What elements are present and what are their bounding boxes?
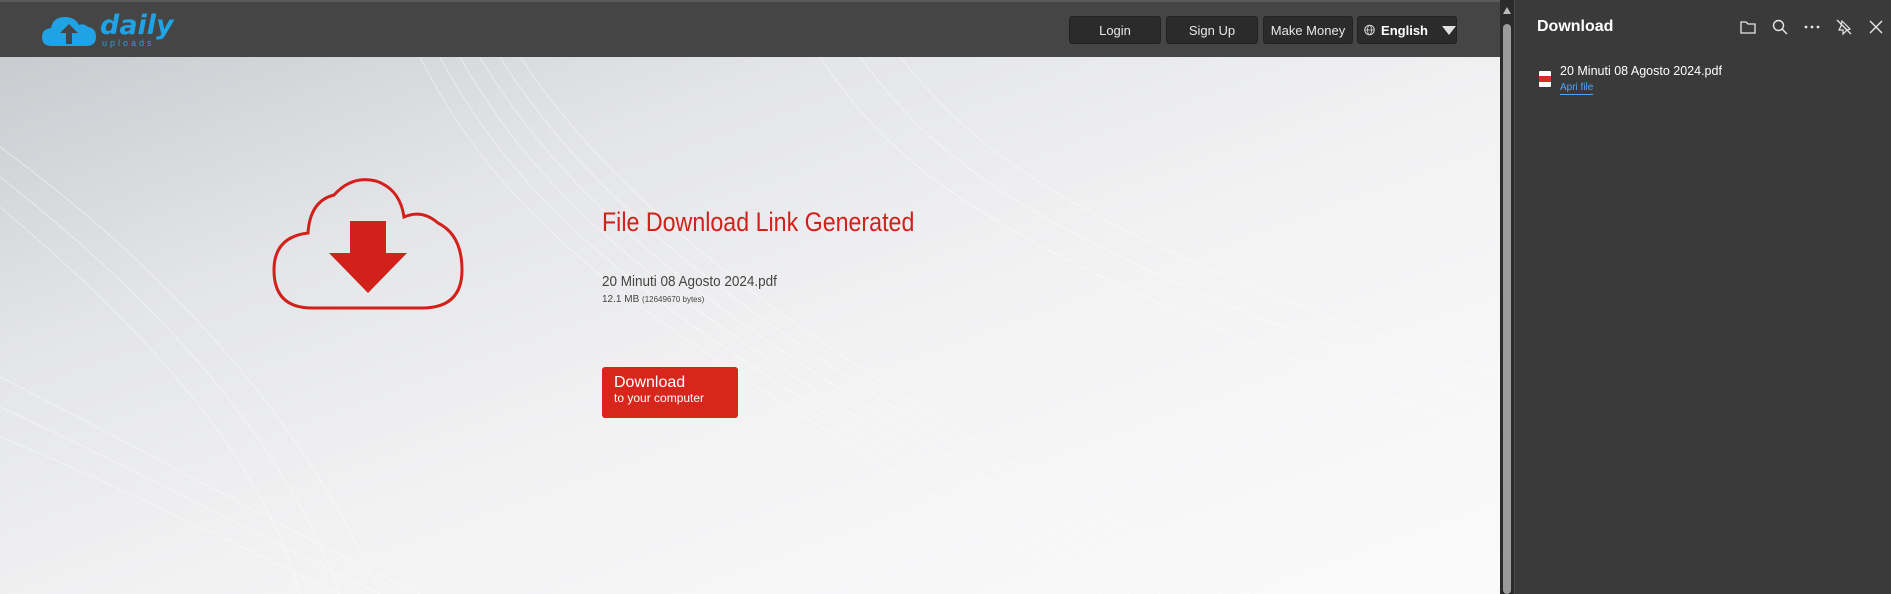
download-hero: File Download Link Generated 20 Minuti 0…	[0, 57, 1500, 594]
downloads-panel: Download 20 Minuti 08 Agosto 2024.pdf Ap…	[1514, 0, 1891, 594]
globe-icon	[1364, 24, 1375, 36]
scroll-up-arrow-icon[interactable]	[1503, 7, 1511, 14]
search-icon[interactable]	[1771, 18, 1789, 36]
cloud-upload-logo-icon	[42, 17, 96, 46]
file-size-bytes: (12649670 bytes)	[642, 295, 705, 304]
website-area: daily uploads Login Sign Up Make Money E…	[0, 0, 1500, 594]
pdf-file-icon	[1539, 71, 1551, 87]
downloads-panel-title: Download	[1537, 18, 1614, 35]
unpin-icon[interactable]	[1835, 18, 1853, 36]
file-name: 20 Minuti 08 Agosto 2024.pdf	[602, 273, 777, 290]
scrollbar-thumb[interactable]	[1503, 24, 1511, 594]
file-size: 12.1 MB (12649670 bytes)	[602, 294, 704, 305]
file-size-mb: 12.1 MB	[602, 294, 640, 305]
make-money-button[interactable]: Make Money	[1263, 16, 1353, 44]
chevron-down-icon	[1442, 25, 1456, 35]
download-button[interactable]: Download to your computer	[602, 367, 738, 418]
language-selector[interactable]: English	[1357, 16, 1457, 44]
logo-subtext: uploads	[102, 38, 155, 48]
site-header: daily uploads Login Sign Up Make Money E…	[0, 0, 1500, 57]
page-scrollbar[interactable]	[1500, 0, 1514, 594]
download-item-name[interactable]: 20 Minuti 08 Agosto 2024.pdf	[1560, 64, 1722, 78]
language-label: English	[1381, 22, 1428, 38]
folder-icon[interactable]	[1739, 18, 1757, 36]
logo-text: daily	[100, 10, 174, 41]
close-icon[interactable]	[1867, 18, 1885, 36]
login-button[interactable]: Login	[1069, 16, 1161, 44]
signup-button[interactable]: Sign Up	[1166, 16, 1258, 44]
download-button-sublabel: to your computer	[614, 391, 705, 405]
background-waves	[0, 57, 1500, 594]
page-title: File Download Link Generated	[602, 207, 915, 237]
site-logo[interactable]: daily uploads	[40, 10, 180, 52]
download-button-label: Download	[614, 374, 686, 391]
more-icon[interactable]	[1803, 18, 1821, 36]
open-file-link[interactable]: Apri file	[1560, 82, 1594, 95]
cloud-download-icon	[272, 178, 464, 310]
